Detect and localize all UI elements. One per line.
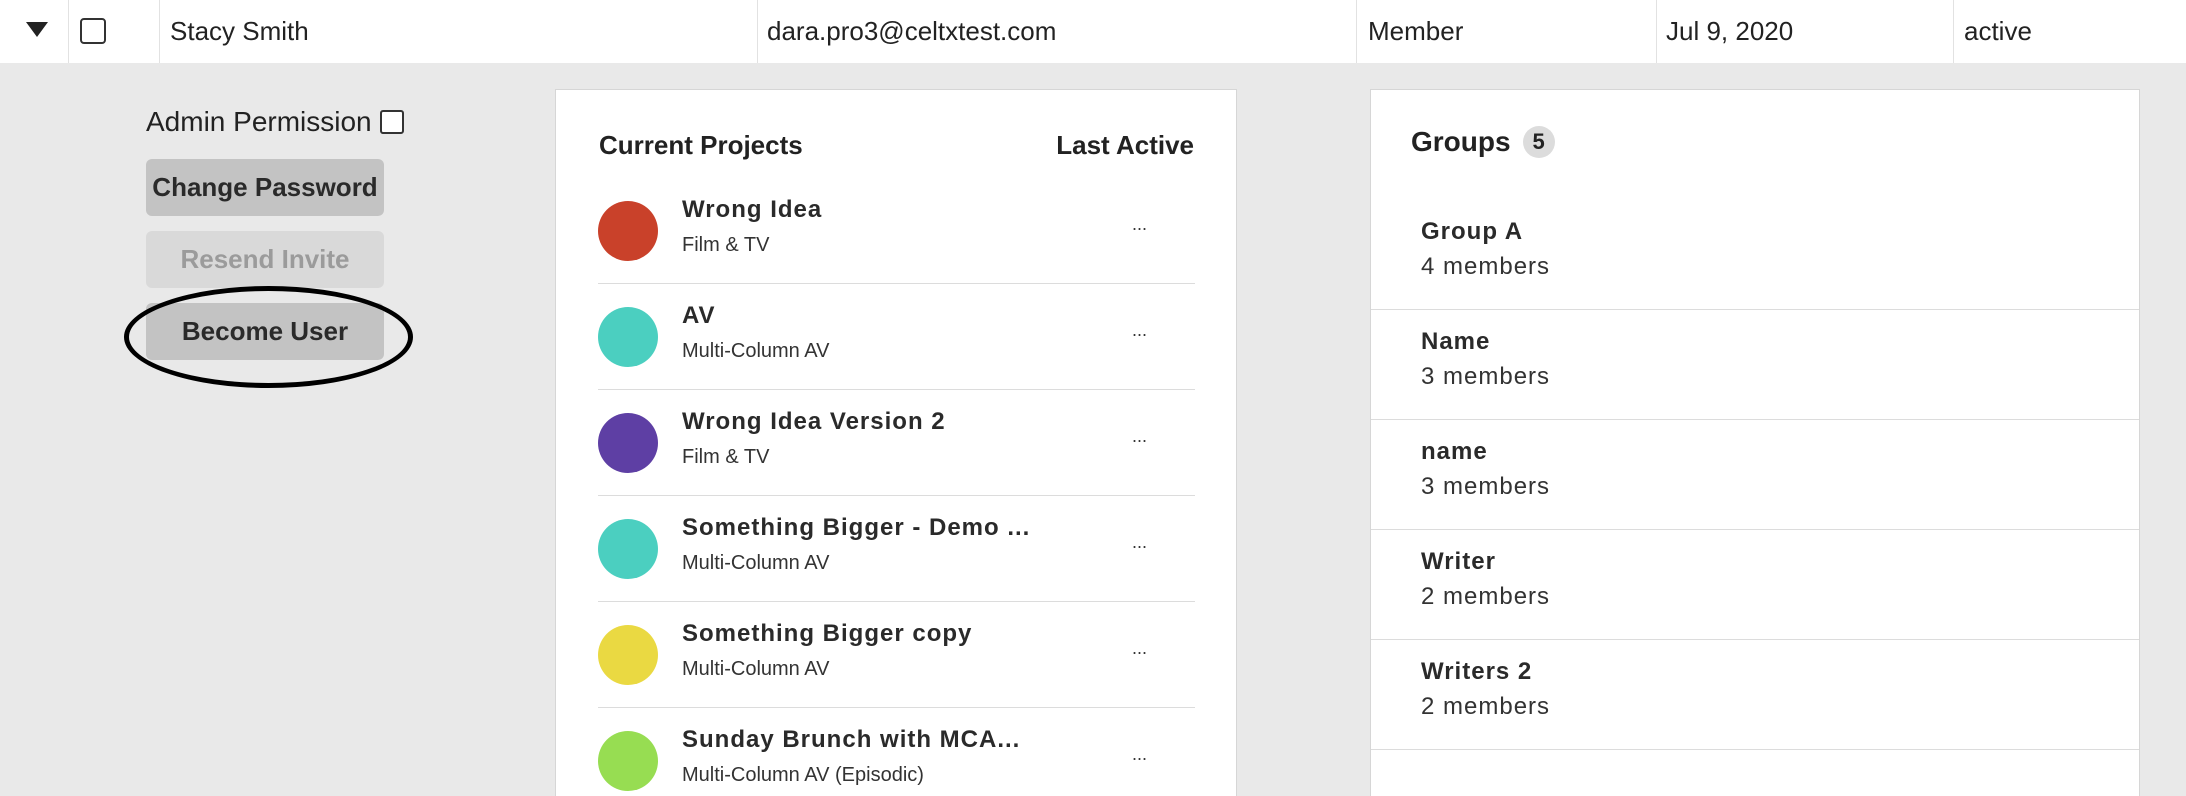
project-last-active[interactable]: ...	[1132, 426, 1147, 447]
project-last-active[interactable]: ...	[1132, 532, 1147, 553]
group-item[interactable]: name 3 members	[1371, 420, 2139, 530]
project-last-active[interactable]: ...	[1132, 320, 1147, 341]
project-type: Multi-Column AV	[682, 658, 830, 680]
groups-count-badge: 5	[1522, 126, 1555, 158]
project-name[interactable]: Something Bigger copy	[682, 620, 972, 648]
group-member-count: 3 members	[1421, 363, 1551, 390]
project-color-dot	[598, 413, 658, 473]
group-member-count: 2 members	[1421, 693, 1551, 720]
project-name[interactable]: AV	[682, 302, 716, 330]
projects-title: Current Projects	[599, 130, 803, 160]
group-name: Writer	[1421, 548, 1496, 575]
project-item[interactable]: Wrong Idea Version 2 Film & TV...	[598, 390, 1195, 496]
group-item[interactable]: Writer 2 members	[1371, 530, 2139, 640]
admin-permission-checkbox[interactable]	[379, 110, 404, 134]
group-member-count: 2 members	[1421, 583, 1551, 610]
group-list: Group A 4 members Name 3 members name 3 membe…	[1371, 200, 2139, 750]
row-select-checkbox[interactable]	[80, 18, 106, 44]
project-last-active[interactable]: ...	[1132, 638, 1147, 659]
project-type: Film & TV	[682, 234, 770, 256]
group-name: Group A	[1421, 218, 1524, 245]
project-item[interactable]: Something Bigger copy Multi-Column AV...	[598, 602, 1195, 708]
group-name: name	[1421, 438, 1488, 465]
groups-header: Groups 5	[1411, 126, 1555, 158]
project-color-dot	[598, 307, 658, 367]
user-role: Member	[1368, 16, 1464, 46]
group-name: Name	[1421, 328, 1491, 355]
admin-permission-label: Admin Permission	[146, 106, 372, 137]
project-name[interactable]: Something Bigger - Demo ...	[682, 514, 1030, 542]
resend-invite-button[interactable]: Resend Invite	[146, 231, 384, 288]
group-member-count: 3 members	[1421, 473, 1551, 500]
column-divider	[159, 0, 160, 63]
project-name[interactable]: Wrong Idea Version 2	[682, 408, 946, 436]
projects-card: Current Projects Last Active Wrong Idea F…	[555, 89, 1237, 796]
group-item[interactable]: Name 3 members	[1371, 310, 2139, 420]
project-item[interactable]: AV Multi-Column AV...	[598, 284, 1195, 390]
admin-permission: Admin Permission	[146, 106, 404, 138]
column-divider	[1656, 0, 1657, 63]
project-list: Wrong Idea Film & TV... AV Multi-Column AV.…	[598, 178, 1195, 796]
project-last-active[interactable]: ...	[1132, 214, 1147, 235]
project-item[interactable]: Something Bigger - Demo ... Multi-Column …	[598, 496, 1195, 602]
user-date: Jul 9, 2020	[1666, 16, 1794, 46]
user-email: dara.pro3@celtxtest.com	[767, 16, 1057, 46]
group-item[interactable]: Writers 2 2 members	[1371, 640, 2139, 750]
project-item[interactable]: Sunday Brunch with MCA... Multi-Column AV…	[598, 708, 1195, 796]
project-type: Multi-Column AV (Episodic)	[682, 764, 924, 786]
column-divider	[1356, 0, 1357, 63]
column-divider	[757, 0, 758, 63]
group-name: Writers 2	[1421, 658, 1533, 685]
project-name[interactable]: Wrong Idea	[682, 196, 822, 224]
change-password-button[interactable]: Change Password	[146, 159, 384, 216]
project-item[interactable]: Wrong Idea Film & TV...	[598, 178, 1195, 284]
project-name[interactable]: Sunday Brunch with MCA...	[682, 726, 1020, 754]
project-color-dot	[598, 201, 658, 261]
last-active-header: Last Active	[1056, 130, 1194, 160]
collapse-caret-icon[interactable]	[26, 22, 48, 37]
user-status: active	[1964, 16, 2032, 46]
group-item[interactable]: Group A 4 members	[1371, 200, 2139, 310]
group-member-count: 4 members	[1421, 253, 1551, 280]
project-color-dot	[598, 731, 658, 791]
become-user-button[interactable]: Become User	[146, 303, 384, 360]
column-divider	[68, 0, 69, 63]
groups-card: Groups 5 Group A4 members Name 3 members na…	[1370, 89, 2140, 796]
project-type: Multi-Column AV	[682, 552, 830, 574]
project-color-dot	[598, 519, 658, 579]
user-row[interactable]: Stacy Smith dara.pro3@celtxtest.com Memb…	[0, 0, 2186, 63]
column-divider	[1953, 0, 1954, 63]
user-name: Stacy Smith	[170, 16, 309, 46]
project-type: Film & TV	[682, 446, 770, 468]
groups-title: Groups	[1411, 126, 1511, 157]
project-color-dot	[598, 625, 658, 685]
project-type: Multi-Column AV	[682, 340, 830, 362]
project-last-active[interactable]: ...	[1132, 744, 1147, 765]
